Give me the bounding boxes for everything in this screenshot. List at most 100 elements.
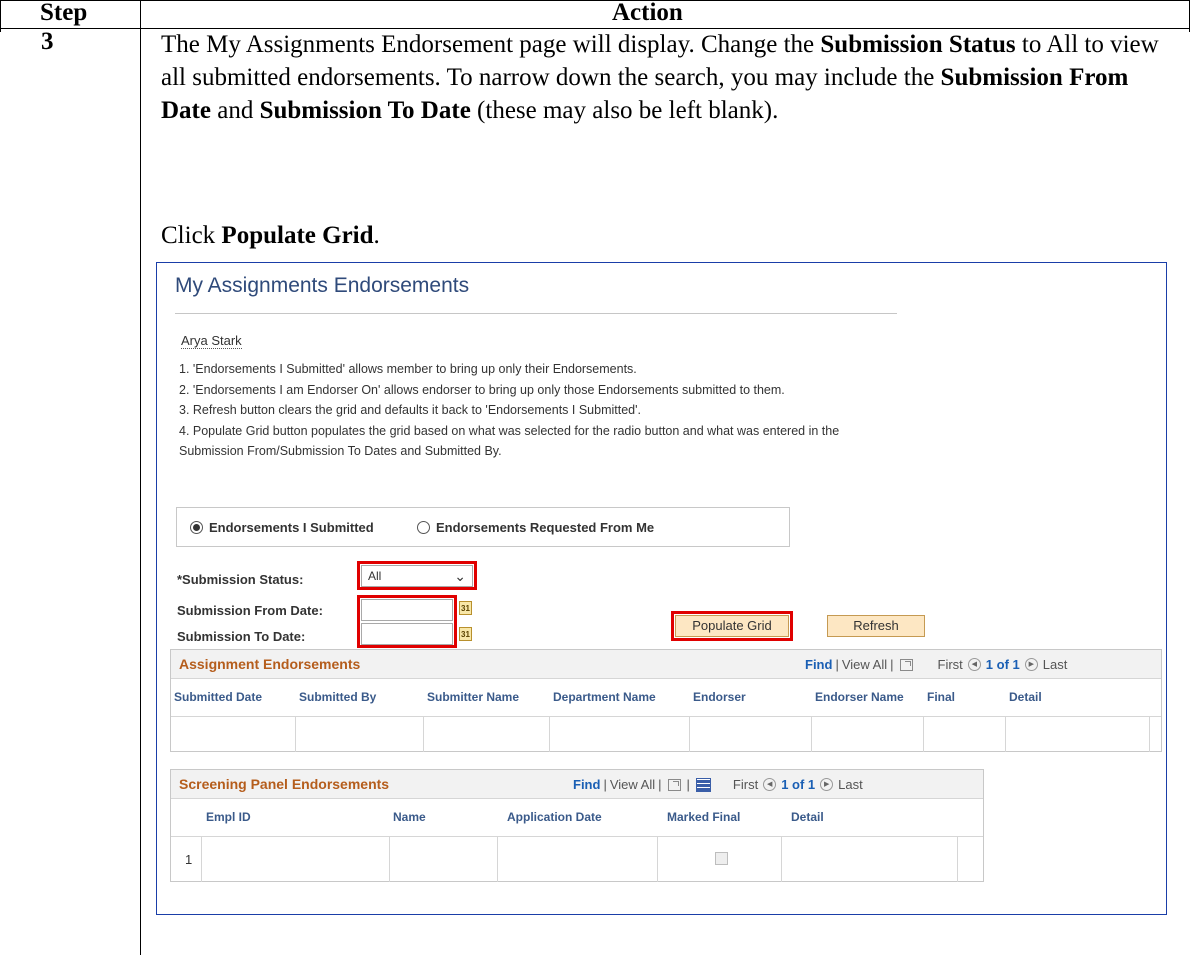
user-name-link[interactable]: Arya Stark — [181, 333, 242, 349]
paragraph-text: and — [210, 97, 260, 124]
table-top-rule — [0, 0, 1190, 1]
header-action: Action — [612, 0, 683, 26]
grid-header: Assignment Endorsements Find | View All … — [171, 650, 1161, 679]
cell-divider — [423, 717, 424, 752]
column-header: Detail — [1009, 690, 1042, 704]
download-grid-icon[interactable] — [695, 777, 711, 792]
title-divider — [175, 313, 897, 314]
bold-term: Submission Status — [820, 31, 1016, 58]
column-header: Endorser Name — [815, 690, 904, 704]
find-link[interactable]: Find — [573, 777, 600, 792]
radio-unselected-icon[interactable] — [417, 521, 430, 534]
column-header: Empl ID — [206, 810, 251, 824]
cell-divider — [389, 837, 390, 882]
refresh-button[interactable]: Refresh — [827, 615, 925, 637]
instruction-paragraph: The My Assignments Endorsement page will… — [161, 28, 1181, 127]
screening-panel-grid: Screening Panel Endorsements Find | View… — [170, 769, 984, 882]
radio-selected-icon[interactable] — [190, 521, 203, 534]
header-step: Step — [40, 0, 88, 26]
note-line: Submission From/Submission To Dates and … — [179, 444, 502, 458]
first-link[interactable]: First — [938, 657, 963, 672]
radio-group: Endorsements I Submitted Endorsements Re… — [176, 507, 790, 547]
previous-icon[interactable]: ◀ — [763, 778, 777, 791]
grid-navigation: Find | View All | First ◀ 1 of 1 ▶ Last — [805, 657, 1067, 672]
radio-endorsements-submitted[interactable]: Endorsements I Submitted — [190, 520, 374, 535]
bold-term: Submission To Date — [259, 97, 471, 124]
cell-divider — [201, 837, 202, 882]
table-row — [171, 716, 1161, 753]
from-date-label: Submission From Date: — [177, 603, 323, 618]
column-header: Submitted Date — [174, 690, 263, 704]
cell-divider — [549, 717, 550, 752]
highlight-dates — [357, 595, 457, 648]
column-header: Endorser — [693, 690, 746, 704]
click-instruction: Click Populate Grid. — [161, 222, 380, 250]
view-all-link[interactable]: View All — [842, 657, 887, 672]
grid-navigation: Find | View All | | First ◀ 1 of 1 ▶ Las… — [573, 777, 863, 792]
column-header: Department Name — [553, 690, 656, 704]
note-line: 1. 'Endorsements I Submitted' allows mem… — [179, 362, 637, 376]
note-line: 4. Populate Grid button populates the gr… — [179, 423, 840, 438]
separator: | — [658, 777, 662, 792]
table-column-divider — [140, 0, 141, 955]
column-header: Submitted By — [299, 690, 377, 704]
assignment-endorsements-grid: Assignment Endorsements Find | View All … — [170, 649, 1162, 752]
find-link[interactable]: Find — [805, 657, 832, 672]
click-target: Populate Grid — [221, 222, 374, 249]
radio-label: Endorsements Requested From Me — [436, 520, 655, 535]
separator: | — [890, 657, 894, 672]
cell-divider — [811, 717, 812, 752]
calendar-icon[interactable]: 31 — [459, 601, 472, 615]
instruction-notes: 1. 'Endorsements I Submitted' allows mem… — [179, 359, 839, 462]
column-header: Name — [393, 810, 426, 824]
click-prefix: Click — [161, 222, 222, 249]
cell-divider — [295, 717, 296, 752]
cell-divider — [497, 837, 498, 882]
peoplesoft-screenshot: My Assignments Endorsements Arya Stark 1… — [156, 262, 1167, 915]
cell-divider — [957, 837, 958, 882]
previous-icon[interactable]: ◀ — [967, 658, 981, 671]
to-date-label: Submission To Date: — [177, 629, 306, 644]
next-icon[interactable]: ▶ — [1024, 658, 1038, 671]
separator: | — [835, 657, 839, 672]
cell-divider — [1005, 717, 1006, 752]
cell-divider — [781, 837, 782, 882]
step-number: 3 — [41, 28, 54, 55]
calendar-icon[interactable]: 31 — [459, 627, 472, 641]
column-header: Final — [927, 690, 956, 704]
pager-count: 1 of 1 — [985, 657, 1020, 672]
grid-title: Screening Panel Endorsements — [179, 776, 390, 792]
view-all-link[interactable]: View All — [610, 777, 655, 792]
separator: | — [603, 777, 607, 792]
separator: | — [686, 777, 690, 792]
highlight-populate-grid — [671, 611, 793, 641]
highlight-submission-status — [357, 561, 477, 590]
page-title: My Assignments Endorsements — [175, 274, 470, 297]
new-window-icon[interactable] — [667, 778, 681, 791]
cell-divider — [1149, 717, 1150, 752]
marked-final-checkbox[interactable] — [715, 852, 728, 865]
radio-label: Endorsements I Submitted — [209, 520, 374, 535]
grid-header: Screening Panel Endorsements Find | View… — [171, 770, 983, 799]
next-icon[interactable]: ▶ — [820, 778, 834, 791]
note-line: 3. Refresh button clears the grid and de… — [179, 403, 641, 417]
note-line: 2. 'Endorsements I am Endorser On' allow… — [179, 382, 785, 397]
last-link[interactable]: Last — [838, 777, 863, 792]
column-header: Detail — [791, 810, 824, 824]
column-header: Application Date — [507, 810, 602, 824]
first-link[interactable]: First — [733, 777, 758, 792]
pager-count: 1 of 1 — [781, 777, 816, 792]
grid-title: Assignment Endorsements — [179, 656, 361, 672]
radio-endorsements-requested[interactable]: Endorsements Requested From Me — [417, 520, 654, 535]
column-header: Marked Final — [667, 810, 741, 824]
new-window-icon[interactable] — [899, 658, 913, 671]
row-number: 1 — [185, 852, 193, 867]
paragraph-text: The My Assignments Endorsement page will… — [161, 31, 821, 58]
cell-divider — [923, 717, 924, 752]
cell-divider — [689, 717, 690, 752]
cell-divider — [657, 837, 658, 882]
table-row: 1 — [171, 836, 983, 883]
last-link[interactable]: Last — [1043, 657, 1068, 672]
paragraph-text: (these may also be left blank). — [470, 97, 779, 124]
click-suffix: . — [373, 222, 380, 249]
